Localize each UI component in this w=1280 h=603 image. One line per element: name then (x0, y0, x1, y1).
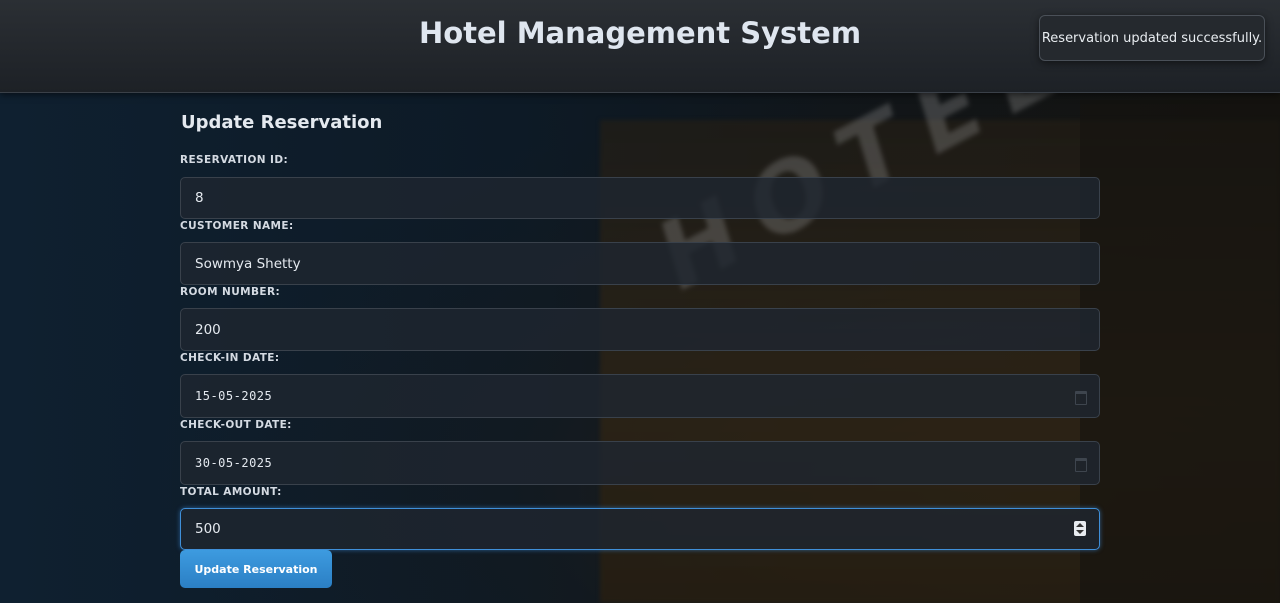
customer-name-value: Sowmya Shetty (195, 255, 301, 272)
update-reservation-button[interactable]: Update Reservation (180, 550, 332, 588)
check-out-value: 30-05-2025 (195, 456, 273, 470)
number-spinner-icon[interactable] (1074, 521, 1086, 536)
room-number-input[interactable]: 200 (180, 308, 1100, 351)
calendar-icon[interactable] (1075, 458, 1087, 472)
total-amount-value: 500 (195, 521, 221, 537)
success-toast: Reservation updated successfully. (1039, 15, 1265, 61)
reservation-id-label: RESERVATION ID: (180, 154, 289, 166)
form-title: Update Reservation (181, 112, 383, 133)
reservation-id-value: 8 (195, 190, 204, 206)
check-in-label: CHECK-IN DATE: (180, 352, 280, 364)
toast-message: Reservation updated successfully. (1041, 30, 1263, 46)
reservation-id-input[interactable]: 8 (180, 177, 1100, 219)
customer-name-input[interactable]: Sowmya Shetty (180, 242, 1100, 285)
room-number-label: ROOM NUMBER: (180, 286, 281, 298)
background-building-side (1080, 100, 1280, 603)
check-out-label: CHECK-OUT DATE: (180, 419, 292, 431)
calendar-icon[interactable] (1075, 391, 1087, 405)
check-in-value: 15-05-2025 (195, 389, 273, 403)
check-out-date-input[interactable]: 30-05-2025 (180, 441, 1100, 485)
app-header: Hotel Management System Reservation upda… (0, 0, 1280, 93)
customer-name-label: CUSTOMER NAME: (180, 220, 294, 232)
check-in-date-input[interactable]: 15-05-2025 (180, 374, 1100, 418)
total-amount-input[interactable]: 500 (180, 508, 1100, 550)
room-number-value: 200 (195, 321, 221, 338)
total-amount-label: TOTAL AMOUNT: (180, 486, 282, 498)
